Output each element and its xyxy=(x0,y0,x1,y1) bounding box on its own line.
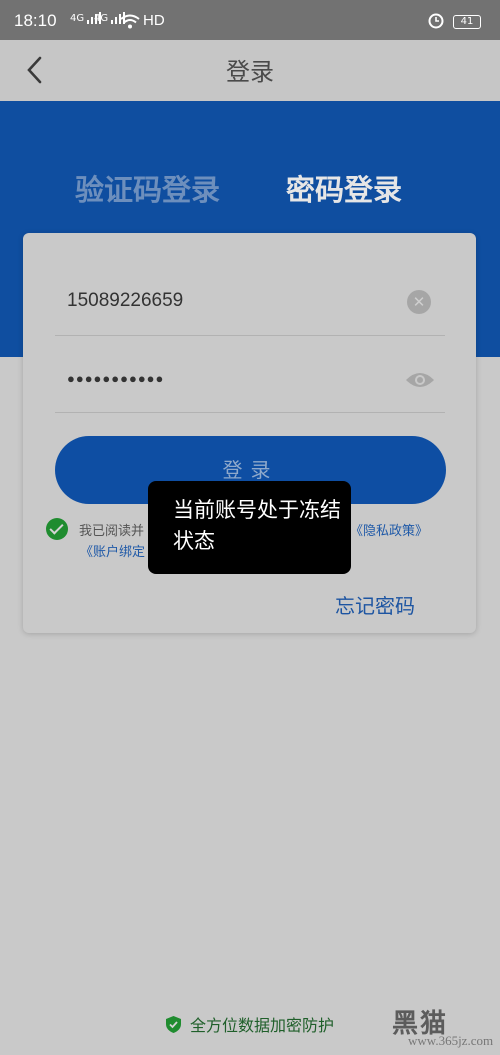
agreement-text: 我已阅读并 xyxy=(79,524,145,539)
signal-label: 4G xyxy=(70,13,85,24)
password-field xyxy=(55,343,445,413)
shield-check-icon xyxy=(165,1016,181,1033)
security-footer-text: 全方位数据加密防护 xyxy=(190,1016,335,1035)
account-binding-link[interactable]: 《账户绑定 xyxy=(80,541,145,560)
status-time: 18:10 xyxy=(14,11,57,30)
phone-field: ✕ xyxy=(55,266,445,336)
battery-icon: 41 xyxy=(453,15,481,29)
password-input[interactable] xyxy=(67,361,387,395)
alarm-icon xyxy=(428,13,444,29)
signal-label-2: 4G xyxy=(94,13,109,24)
watermark-url: www.365jz.com xyxy=(408,1033,494,1048)
forgot-password-link[interactable]: 忘记密码 xyxy=(335,590,415,619)
clear-icon[interactable]: ✕ xyxy=(407,290,431,314)
page-title: 登录 xyxy=(226,58,274,86)
tab-sms-login[interactable]: 验证码登录 xyxy=(75,167,220,209)
wifi-icon xyxy=(120,14,140,29)
tab-password-login[interactable]: 密码登录 xyxy=(286,167,402,209)
status-bar: 18:10 4G 4G HD 41 xyxy=(0,0,500,40)
toast-message: 当前账号处于冻结状态 xyxy=(148,481,351,574)
agreement-checkbox[interactable] xyxy=(46,518,68,540)
privacy-policy-link[interactable]: 《隐私政策》 xyxy=(350,520,428,539)
watermark-logo: 黑猫 www.365jz.com xyxy=(382,1003,500,1055)
nav-bar: 登录 xyxy=(0,40,500,101)
network-label: HD xyxy=(143,12,165,29)
phone-input[interactable] xyxy=(67,284,387,318)
eye-icon[interactable] xyxy=(405,370,435,390)
